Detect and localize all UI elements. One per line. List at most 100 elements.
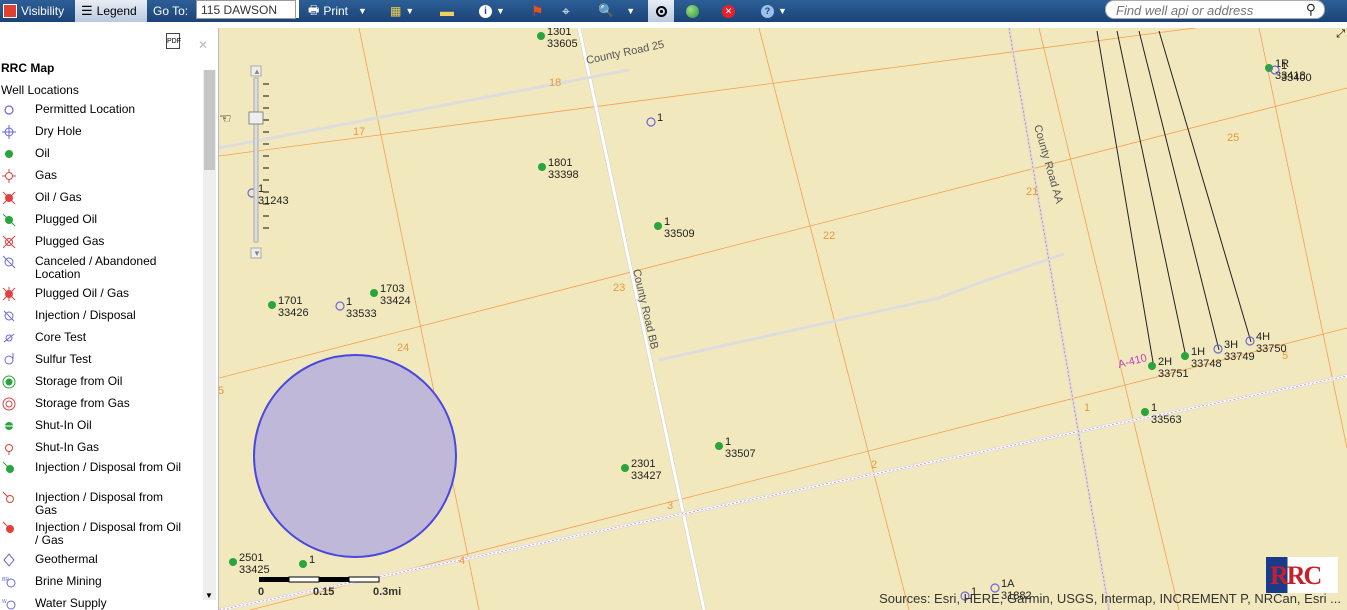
injection-oil-gas-icon <box>2 521 16 535</box>
chevron-down-icon: ▼ <box>778 6 787 16</box>
well-name-label: 1301 <box>547 28 571 38</box>
oil-well-icon[interactable] <box>229 558 237 566</box>
legend-item-label: Injection / Disposal from Gas <box>35 490 164 517</box>
legend-item-label: Water Supply <box>35 596 107 610</box>
close-icon[interactable]: ✕ <box>198 38 208 52</box>
map-canvas[interactable]: County Road 25 County Road BB County Roa… <box>219 28 1347 610</box>
print-button[interactable]: 🖶 Print ▼ <box>308 0 367 22</box>
info-button[interactable]: i ▼ <box>479 0 505 22</box>
storage-gas-icon <box>2 397 16 411</box>
well-name-label: 1 <box>1281 60 1287 72</box>
zoom-tool-button[interactable]: 🔍 ▼ <box>598 0 635 22</box>
chevron-down-icon: ▼ <box>626 6 636 16</box>
help-icon: ? <box>761 4 774 18</box>
well-name-label: 1H <box>1191 346 1205 358</box>
map-view[interactable]: County Road 25 County Road BB County Roa… <box>219 28 1347 610</box>
core-test-icon <box>2 331 16 345</box>
scale-label: 0.15 <box>313 586 334 598</box>
permitted-well-icon[interactable] <box>335 301 345 311</box>
well-name-label: 1701 <box>278 295 302 307</box>
logo-text: RRC <box>1270 561 1322 590</box>
toolbar: Visibility ☰ Legend Go To: 🖶 Print ▼ ▦ ▼… <box>0 0 1347 22</box>
bus-icon: ▬ <box>440 3 454 19</box>
legend-icon: ☰ <box>81 3 93 18</box>
globe-button[interactable] <box>686 0 699 22</box>
svg-text:W: W <box>2 599 7 605</box>
oil-well-icon[interactable] <box>715 442 723 450</box>
search-box: ⚲ <box>1105 0 1325 20</box>
close-icon: ✕ <box>722 4 735 18</box>
expand-icon[interactable]: ⤢ <box>1336 28 1345 41</box>
legend-item-label: Oil / Gas <box>35 190 82 204</box>
zoom-handle[interactable] <box>248 111 264 125</box>
oil-well-icon[interactable] <box>538 163 546 171</box>
identify-button[interactable] <box>648 0 674 22</box>
legend-button[interactable]: ☰ Legend <box>75 0 147 22</box>
well-name-label: 2501 <box>239 552 263 564</box>
legend-item-label: Shut-In Gas <box>35 440 100 454</box>
oil-well-icon[interactable] <box>370 289 378 297</box>
scrollbar-thumb[interactable] <box>204 70 215 170</box>
oil-well-icon[interactable] <box>621 464 629 472</box>
oil-icon <box>2 147 16 161</box>
geothermal-icon <box>2 553 16 567</box>
well-name-label: 1801 <box>548 157 572 169</box>
crosshair-icon: ⌖ <box>562 2 570 19</box>
oil-well-icon[interactable] <box>1148 362 1156 370</box>
dry-hole-icon <box>2 125 16 139</box>
legend-scrollbar[interactable]: ▼ <box>203 70 216 600</box>
legend-item-label: Geothermal <box>35 552 98 566</box>
open-circle-icon <box>2 103 16 117</box>
oil-well-icon[interactable] <box>537 32 545 40</box>
tract-number: 18 <box>549 77 561 89</box>
visibility-icon <box>3 4 17 18</box>
tract-number: 25 <box>1227 132 1239 144</box>
legend-item-label: Plugged Oil / Gas <box>35 286 130 300</box>
bus-tool-button[interactable]: ▬ <box>440 0 454 22</box>
chevron-down-icon: ▼ <box>405 6 415 16</box>
flag-icon: ⚑ <box>531 2 544 19</box>
legend-item-label: Oil <box>35 146 50 160</box>
search-input[interactable] <box>1114 1 1306 20</box>
pdf-icon[interactable]: PDF <box>166 33 181 49</box>
oil-well-icon[interactable] <box>299 560 307 568</box>
plugged-oil-icon <box>2 213 16 227</box>
well-api-label: 33749 <box>1224 351 1255 363</box>
legend-item-label: Canceled / Abandoned Location <box>35 254 157 281</box>
injection-gas-icon <box>2 491 16 505</box>
permitted-well-icon[interactable] <box>646 117 656 127</box>
tract-number: 2 <box>871 459 877 471</box>
scroll-down-icon[interactable]: ▼ <box>205 591 213 600</box>
clear-button[interactable]: ✕ <box>722 0 735 22</box>
visibility-button[interactable]: Visibility <box>0 0 72 22</box>
basemap-button[interactable]: ▦ ▼ <box>390 0 414 22</box>
help-button[interactable]: ? ▼ <box>761 0 787 22</box>
tract-number: 23 <box>613 282 625 294</box>
magnifier-icon: 🔍 <box>598 3 615 18</box>
search-icon[interactable]: ⚲ <box>1306 1 1316 18</box>
well-name-label: 1703 <box>380 283 404 295</box>
zoom-track[interactable] <box>253 77 259 243</box>
well-name-label: 1 <box>309 554 315 566</box>
chevron-down-icon: ▼ <box>496 6 505 16</box>
legend-item-label: Plugged Gas <box>35 234 105 248</box>
flag-button[interactable]: ⚑ <box>531 0 544 22</box>
tract-number: 21 <box>1026 186 1038 198</box>
oil-well-icon[interactable] <box>268 301 276 309</box>
goto-input[interactable] <box>196 0 296 19</box>
scale-label: 0 <box>258 586 264 598</box>
tract-number: 24 <box>397 342 409 354</box>
legend-item-label: Storage from Oil <box>35 374 123 388</box>
road-label: County Road 25 <box>585 39 665 67</box>
chevron-down-icon: ▼ <box>358 6 367 16</box>
well-name-label: 1 <box>664 216 670 228</box>
survey-label: A-410 <box>1117 352 1148 371</box>
zoom-slider[interactable]: ▲ ▼ <box>248 65 269 259</box>
oil-well-icon[interactable] <box>1181 352 1189 360</box>
oil-well-icon[interactable] <box>1141 408 1149 416</box>
gas-icon <box>2 169 16 183</box>
legend-item-label: Core Test <box>35 330 87 344</box>
crosshair-button[interactable]: ⌖ <box>562 0 570 22</box>
shut-in-gas-icon <box>2 441 16 455</box>
oil-well-icon[interactable] <box>654 222 662 230</box>
